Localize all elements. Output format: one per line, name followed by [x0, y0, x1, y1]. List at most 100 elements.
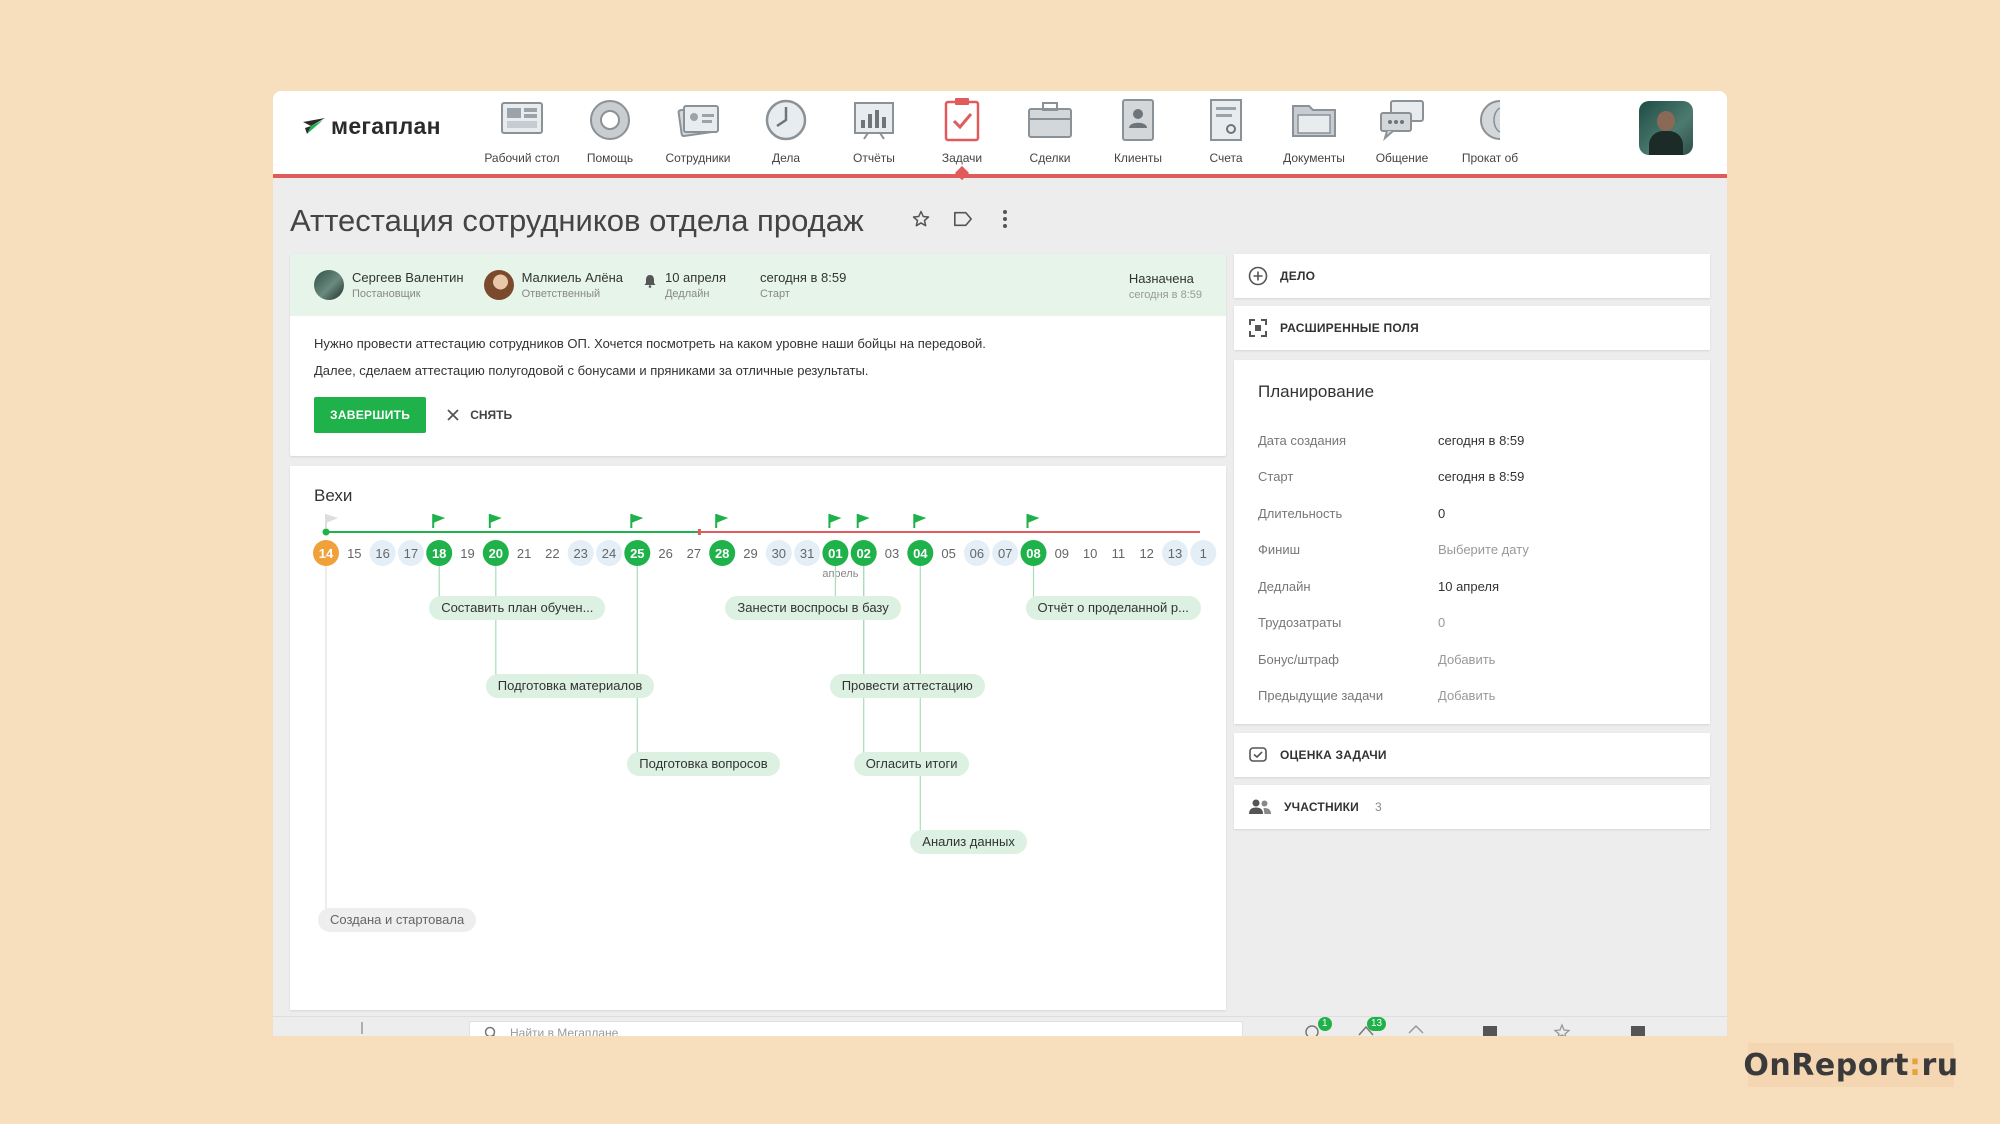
day-number[interactable]: 03 [885, 546, 899, 561]
day-number[interactable]: 1 [1200, 546, 1207, 561]
day-number[interactable]: 02 [856, 546, 870, 561]
day-number[interactable]: 21 [517, 546, 531, 561]
nav-item-folder[interactable]: Документы [1270, 91, 1358, 174]
day-number[interactable]: 17 [404, 546, 418, 561]
day-number[interactable]: 12 [1139, 546, 1153, 561]
planning-value[interactable]: Добавить [1438, 688, 1495, 703]
nav-item-reports[interactable]: Отчёты [830, 91, 918, 174]
favorites-icon[interactable] [1553, 1023, 1571, 1036]
nav-item-desktop[interactable]: Рабочий стол [478, 91, 566, 174]
milestone-flag-icon [489, 514, 502, 523]
day-number[interactable]: 26 [658, 546, 672, 561]
nav-item-chat[interactable]: Общение [1358, 91, 1446, 174]
planning-value: 0 [1438, 505, 1446, 521]
deadline-block[interactable]: 10 апреля Дедлайн [665, 270, 726, 300]
global-search-input[interactable]: Найти в Мегаплане [469, 1021, 1243, 1036]
expand-fields-icon [1249, 319, 1267, 337]
planning-row[interactable]: Бонус/штраф Добавить [1258, 641, 1698, 678]
day-number[interactable]: 22 [545, 546, 559, 561]
user-avatar[interactable] [1639, 101, 1693, 155]
day-number[interactable]: 09 [1055, 546, 1069, 561]
description-line: Нужно провести аттестацию сотрудников ОП… [314, 336, 986, 351]
start-block[interactable]: сегодня в 8:59 Старт [760, 270, 846, 300]
day-number[interactable]: 07 [998, 546, 1012, 561]
planning-row[interactable]: Предыдущие задачи Добавить [1258, 678, 1698, 715]
add-action-label: ДЕЛО [1280, 269, 1316, 283]
start-label: Старт [759, 288, 790, 300]
planning-value[interactable]: Выберите дату [1438, 542, 1529, 557]
remove-button[interactable]: СНЯТЬ [446, 408, 512, 422]
nav-label: Счета [1209, 151, 1243, 165]
milestone-pill[interactable]: Создана и стартовала [318, 908, 477, 932]
tasks-icon [939, 97, 985, 143]
responsible-role: Ответственный [521, 288, 601, 300]
day-number[interactable]: 16 [375, 546, 389, 561]
day-number[interactable]: 06 [970, 546, 984, 561]
day-number[interactable]: 19 [460, 546, 474, 561]
day-number[interactable]: 29 [743, 546, 757, 561]
add-action-panel[interactable]: ДЕЛО [1234, 254, 1710, 298]
day-number[interactable]: 14 [319, 546, 334, 561]
pin-icon[interactable] [357, 1021, 367, 1035]
day-number[interactable]: 08 [1026, 546, 1040, 561]
star-icon[interactable] [909, 207, 933, 231]
day-number[interactable]: 30 [772, 546, 786, 561]
owner[interactable]: Сергеев Валентин Постановщик [314, 270, 464, 300]
responsible-avatar [483, 270, 514, 300]
day-number[interactable]: 27 [687, 546, 701, 561]
milestone-pill[interactable]: Анализ данных [910, 830, 1027, 854]
milestone-pill[interactable]: Отчёт о проделанной р... [1025, 596, 1201, 620]
day-number[interactable]: 24 [602, 546, 616, 561]
day-number[interactable]: 01 [828, 546, 842, 561]
home-icon[interactable] [1407, 1023, 1425, 1036]
planning-row: Дата создания сегодня в 8:59 [1258, 422, 1698, 459]
planning-row[interactable]: Финиш Выберите дату [1258, 532, 1698, 569]
planning-row[interactable]: Трудозатраты 0 [1258, 605, 1698, 642]
nav-item-employees[interactable]: Сотрудники [654, 91, 742, 174]
nav-item-briefcase[interactable]: Сделки [1006, 91, 1094, 174]
nav-label: Прокат об [1461, 151, 1519, 165]
megaplan-logo[interactable]: мегаплан [301, 113, 441, 140]
start-flag-icon [326, 514, 338, 523]
more-menu-icon[interactable] [993, 207, 1017, 231]
nav-item-clients[interactable]: Клиенты [1094, 91, 1182, 174]
day-number[interactable]: 13 [1168, 546, 1182, 561]
notifications-badge: 1 [1318, 1017, 1332, 1031]
list-icon[interactable] [1481, 1023, 1499, 1036]
nav-item-globe[interactable]: Прокат об [1446, 91, 1534, 174]
tag-icon[interactable] [951, 207, 975, 231]
title-actions [909, 207, 1017, 231]
day-number[interactable]: 31 [800, 546, 814, 561]
milestone-pill[interactable]: Занести воспросы в базу [725, 596, 901, 620]
nav-item-clock[interactable]: Дела [742, 91, 830, 174]
responsible[interactable]: Малкиель Алёна Ответственный [483, 270, 623, 300]
responsible-name: Малкиель Алёна [521, 270, 623, 285]
timeline-deadline-marker [697, 529, 701, 535]
day-number[interactable]: 28 [715, 546, 729, 561]
milestone-pill[interactable]: Подготовка вопросов [627, 752, 780, 776]
planning-value[interactable]: Добавить [1438, 652, 1495, 667]
milestone-pill[interactable]: Составить план обучен... [429, 596, 606, 620]
nav-item-lifebuoy[interactable]: Помощь [566, 91, 654, 174]
day-number[interactable]: 18 [432, 546, 446, 561]
nav-item-tasks[interactable]: Задачи [918, 91, 1006, 174]
milestone-pill[interactable]: Провести аттестацию [829, 674, 985, 698]
day-number[interactable]: 20 [489, 546, 503, 561]
task-rating-panel[interactable]: ОЦЕНКА ЗАДАЧИ [1234, 733, 1710, 777]
nav-item-invoice[interactable]: Счета [1182, 91, 1270, 174]
day-number[interactable]: 05 [941, 546, 955, 561]
planning-row: Дедлайн 10 апреля [1258, 568, 1698, 605]
planning-value[interactable]: 0 [1438, 615, 1445, 630]
day-number[interactable]: 23 [573, 546, 587, 561]
info-icon[interactable] [1629, 1023, 1647, 1036]
day-number[interactable]: 15 [347, 546, 361, 561]
milestone-pill[interactable]: Огласить итоги [853, 752, 970, 776]
day-number[interactable]: 10 [1083, 546, 1097, 561]
milestone-pill[interactable]: Подготовка материалов [485, 674, 655, 698]
extended-fields-panel[interactable]: РАСШИРЕННЫЕ ПОЛЯ [1234, 306, 1710, 350]
day-number[interactable]: 04 [913, 546, 928, 561]
day-number[interactable]: 25 [630, 546, 644, 561]
participants-panel[interactable]: УЧАСТНИКИ 3 [1234, 785, 1710, 829]
finish-button[interactable]: ЗАВЕРШИТЬ [314, 397, 427, 433]
day-number[interactable]: 11 [1112, 546, 1126, 561]
